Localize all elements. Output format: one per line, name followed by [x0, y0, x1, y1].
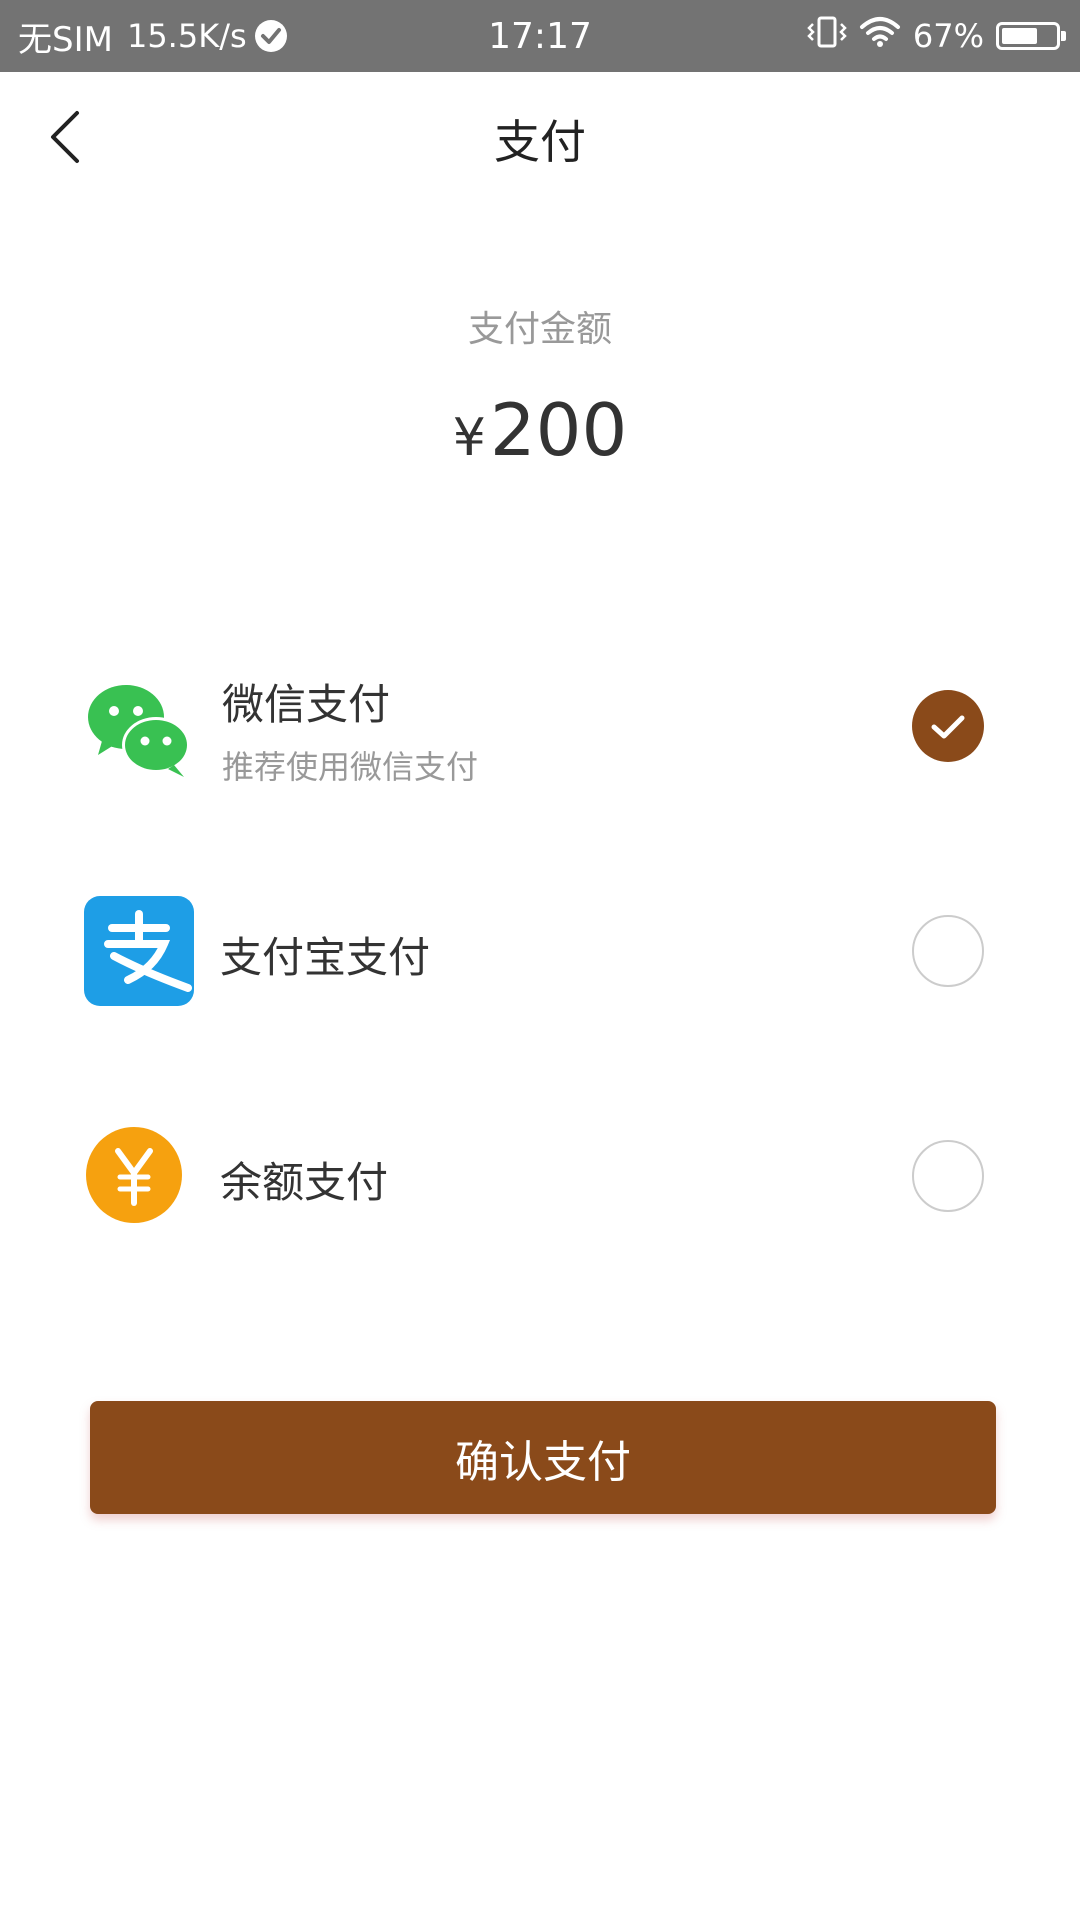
nav-bar: 支付	[0, 72, 1080, 206]
alipay-icon	[84, 896, 194, 1006]
battery-icon	[996, 22, 1066, 50]
payment-option-wechat[interactable]: 微信支付 推荐使用微信支付	[0, 643, 1080, 813]
payment-option-alipay[interactable]: 支付宝支付	[0, 866, 1080, 1036]
radio-unselected[interactable]	[912, 915, 984, 987]
amount-value: ¥200	[0, 388, 1080, 472]
amount-label: 支付金额	[467, 309, 612, 350]
battery-percent: 67%	[912, 17, 984, 55]
payment-option-name: 支付宝支付	[220, 933, 431, 982]
vibrate-icon	[807, 14, 847, 58]
payment-option-balance[interactable]: 余额支付	[0, 1091, 1080, 1261]
chevron-left-icon	[45, 107, 85, 171]
confirm-payment-button[interactable]: 确认支付	[90, 1401, 996, 1514]
payment-option-text: 余额支付	[220, 1149, 388, 1210]
currency-symbol: ¥	[452, 408, 486, 468]
page-title: 支付	[494, 115, 586, 169]
payment-option-name: 微信支付	[222, 680, 391, 729]
radio-unselected[interactable]	[912, 1140, 984, 1212]
wechat-icon	[84, 675, 194, 785]
amount-number: 200	[489, 388, 628, 472]
radio-selected[interactable]	[912, 690, 984, 762]
back-button[interactable]	[30, 102, 100, 176]
payment-option-name: 余额支付	[220, 1158, 389, 1207]
payment-option-text: 微信支付 推荐使用微信支付	[222, 671, 478, 788]
status-bar: 无SIM 15.5K/s 17:17 67%	[0, 0, 1080, 72]
payment-option-text: 支付宝支付	[220, 924, 430, 985]
wifi-icon	[859, 15, 901, 57]
payment-option-subtitle: 推荐使用微信支付	[222, 748, 479, 786]
check-icon	[931, 715, 965, 739]
status-right: 67%	[807, 0, 1066, 72]
balance-yen-icon	[84, 1125, 194, 1235]
battery-level	[1002, 28, 1037, 44]
